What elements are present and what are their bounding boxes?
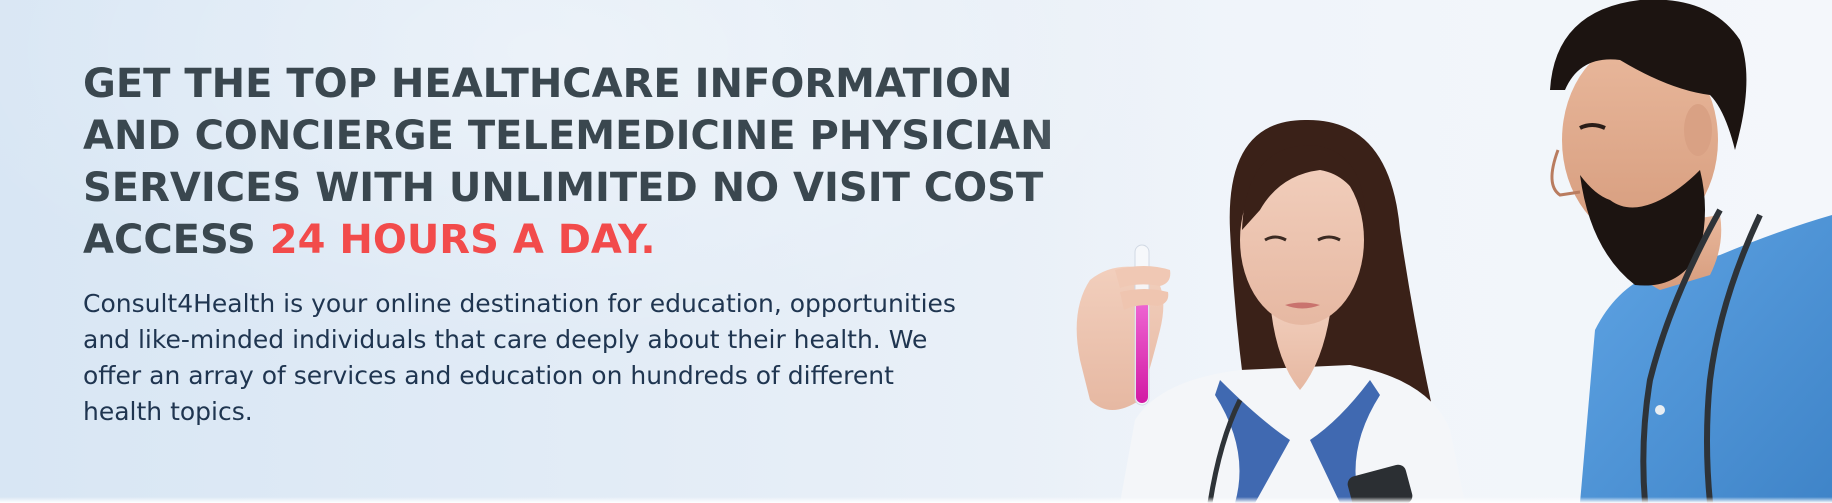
headline-line-1: GET THE TOP HEALTHCARE INFORMATION — [83, 61, 1013, 107]
hero-banner: GET THE TOP HEALTHCARE INFORMATION AND C… — [0, 0, 1832, 503]
hero-description: Consult4Health is your online destinatio… — [83, 286, 1043, 430]
hero-headline: GET THE TOP HEALTHCARE INFORMATION AND C… — [83, 58, 1083, 266]
headline-accent: 24 HOURS A DAY. — [269, 217, 656, 263]
description-line-1: Consult4Health is your online destinatio… — [83, 289, 956, 318]
headline-line-4-prefix: ACCESS — [83, 217, 270, 263]
description-line-2: and like-minded individuals that care de… — [83, 325, 928, 354]
headline-line-4: ACCESS 24 HOURS A DAY. — [83, 214, 1083, 266]
description-line-3: offer an array of services and education… — [83, 361, 894, 390]
doctors-photo — [1020, 0, 1832, 503]
bottom-edge — [0, 497, 1832, 503]
description-line-4: health topics. — [83, 397, 253, 426]
headline-line-2: AND CONCIERGE TELEMEDICINE PHYSICIAN — [83, 113, 1054, 159]
hero-copy: GET THE TOP HEALTHCARE INFORMATION AND C… — [83, 58, 1083, 430]
headline-line-3: SERVICES WITH UNLIMITED NO VISIT COST — [83, 165, 1044, 211]
